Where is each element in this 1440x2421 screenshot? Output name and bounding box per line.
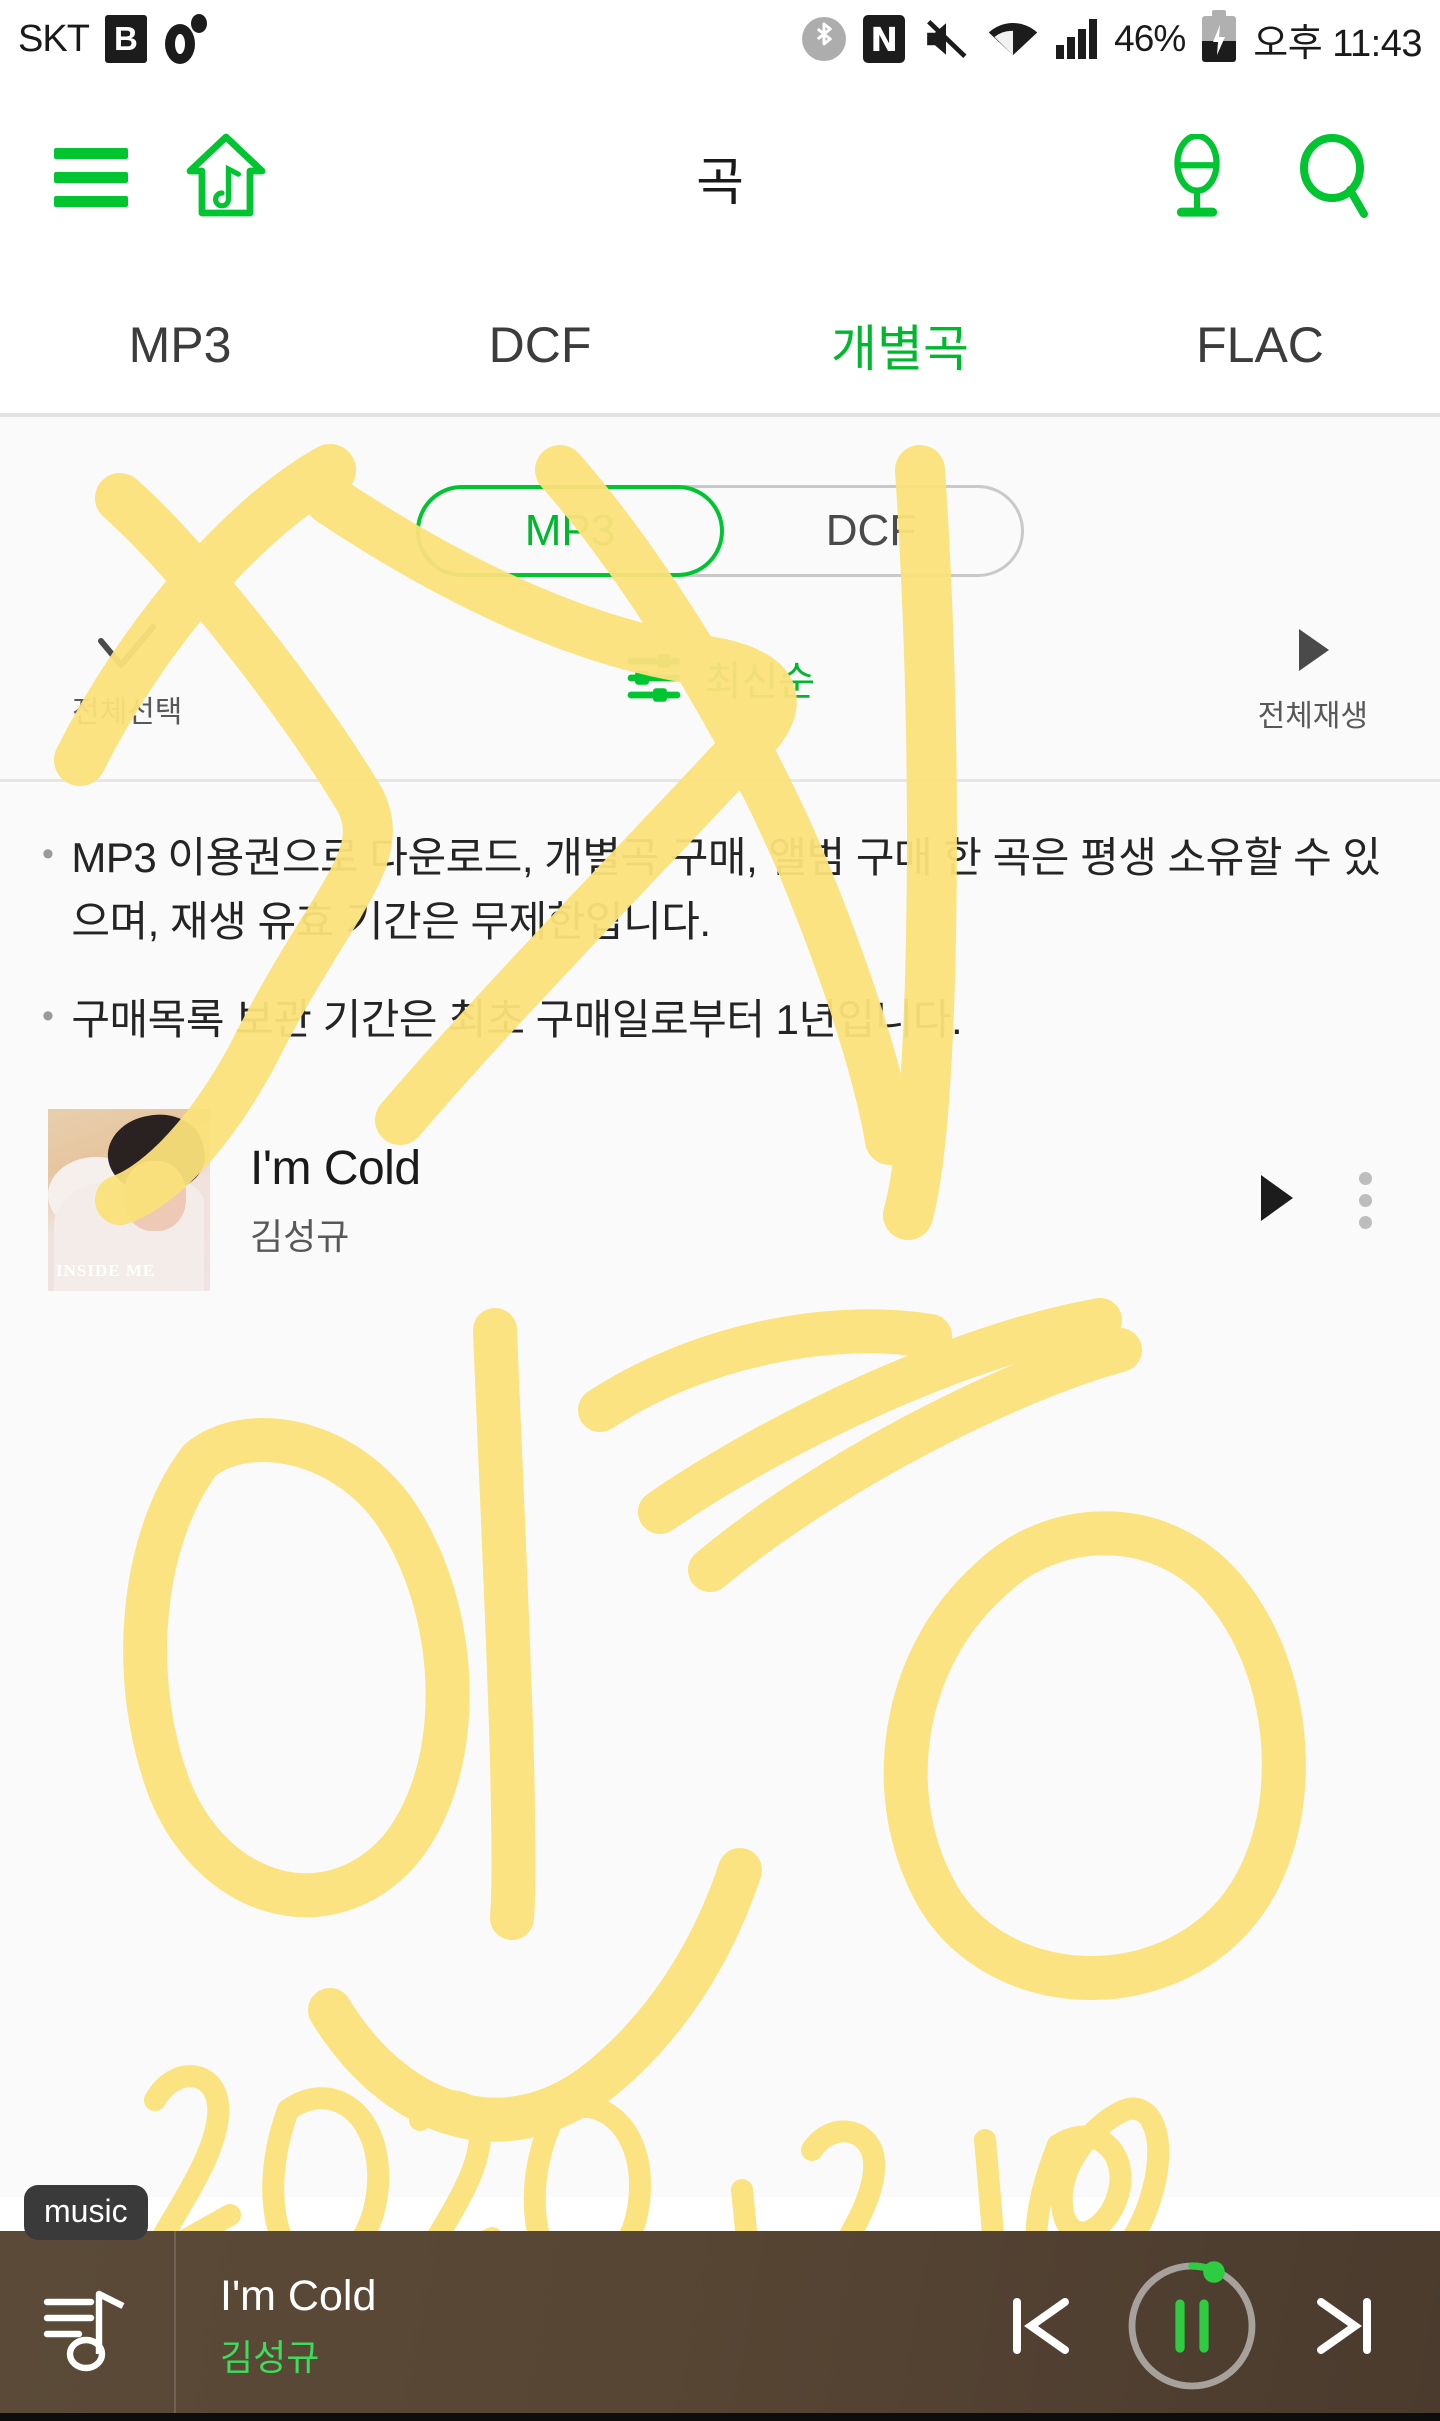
notice-item: • MP3 이용권으로 다운로드, 개별곡 구매, 앨범 구매 한 곡은 평생 …: [42, 826, 1398, 954]
bullet-icon: •: [42, 996, 54, 1035]
playlist-note-icon[interactable]: [0, 2231, 176, 2421]
album-art-label: INSIDE ME: [56, 1261, 156, 1281]
song-actions: [1249, 1162, 1400, 1239]
status-bar: SKT B N 46% 오후 11:43: [0, 0, 1440, 78]
mini-player: music I'm Cold 김성규: [0, 2185, 1440, 2421]
segmented-control-wrap: MP3 DCF: [0, 485, 1440, 577]
nfc-icon: N: [863, 15, 906, 63]
play-all-label: 전체재생: [1257, 700, 1368, 733]
content-area: MP3 DCF 전체선택 최신순 전체재생 • MP3 이용권으로 다운로드, …: [0, 417, 1440, 2197]
tab-mp3[interactable]: MP3: [0, 316, 360, 374]
mute-icon: [922, 17, 970, 61]
signal-icon: [1056, 19, 1098, 59]
song-list-item[interactable]: INSIDE ME I'm Cold 김성규: [0, 1085, 1440, 1315]
kebab-menu-icon[interactable]: [1349, 1162, 1382, 1239]
status-bar-left: SKT B: [0, 14, 207, 64]
tab-individual-songs[interactable]: 개별곡: [720, 309, 1080, 381]
play-icon: [1298, 629, 1329, 671]
play-icon: [1261, 1174, 1293, 1221]
skip-next-icon[interactable]: [1292, 2274, 1396, 2378]
filter-sliders-icon: [627, 654, 681, 702]
mini-player-meta[interactable]: I'm Cold 김성규: [220, 2272, 988, 2381]
mini-player-controls: [988, 2256, 1440, 2396]
mini-player-title: I'm Cold: [220, 2271, 377, 2320]
song-meta: I'm Cold 김성규: [250, 1141, 1249, 1260]
bullet-icon: •: [42, 835, 54, 873]
b-badge-icon: B: [104, 15, 147, 63]
sort-button[interactable]: 최신순: [0, 649, 1440, 707]
format-tab-bar: MP3 DCF 개별곡 FLAC: [0, 276, 1440, 414]
tab-divider: [0, 413, 1440, 417]
status-bar-right: N 46% 오후 11:43: [802, 10, 1440, 67]
carrier-label: SKT: [18, 17, 90, 60]
battery-percent-label: 46%: [1114, 18, 1186, 59]
nav-bar-strip: [0, 2413, 1440, 2421]
tab-dcf[interactable]: DCF: [360, 316, 720, 374]
music-badge: music: [24, 2185, 148, 2240]
notice-list: • MP3 이용권으로 다운로드, 개별곡 구매, 앨범 구매 한 곡은 평생 …: [0, 782, 1440, 1051]
list-toolbar: 전체선택 최신순 전체재생: [0, 601, 1440, 779]
search-icon[interactable]: [1294, 134, 1380, 220]
home-music-icon[interactable]: [178, 129, 274, 225]
pause-button[interactable]: [1122, 2256, 1262, 2396]
bluetooth-icon: [802, 17, 847, 61]
tab-flac[interactable]: FLAC: [1080, 316, 1440, 374]
play-all-button[interactable]: 전체재생: [1258, 623, 1368, 735]
clock-label: 오후 11:43: [1253, 22, 1422, 65]
wifi-icon: [987, 18, 1039, 60]
format-segmented-control: MP3 DCF: [416, 485, 1024, 577]
sort-label: 최신순: [704, 660, 816, 704]
app-o-icon: [163, 14, 207, 64]
segment-option-mp3[interactable]: MP3: [416, 485, 724, 577]
hamburger-icon[interactable]: [48, 134, 134, 220]
mini-player-artist: 김성규: [220, 2336, 320, 2378]
song-play-button[interactable]: [1249, 1169, 1303, 1232]
battery-icon: [1202, 10, 1237, 62]
app-bar: 곡: [0, 78, 1440, 276]
notice-item: • 구매목록 보관 기간은 최초 구매일로부터 1년입니다.: [42, 988, 1398, 1052]
song-title: I'm Cold: [250, 1141, 421, 1195]
song-artist: 김성규: [250, 1215, 350, 1257]
microphone-icon[interactable]: [1154, 134, 1240, 220]
album-art: INSIDE ME: [48, 1109, 210, 1292]
app-bar-actions: [1154, 134, 1440, 220]
notice-text: MP3 이용권으로 다운로드, 개별곡 구매, 앨범 구매 한 곡은 평생 소유…: [71, 834, 1381, 945]
segment-option-dcf[interactable]: DCF: [721, 488, 1021, 574]
notice-text: 구매목록 보관 기간은 최초 구매일로부터 1년입니다.: [71, 995, 963, 1043]
skip-previous-icon[interactable]: [988, 2274, 1092, 2378]
